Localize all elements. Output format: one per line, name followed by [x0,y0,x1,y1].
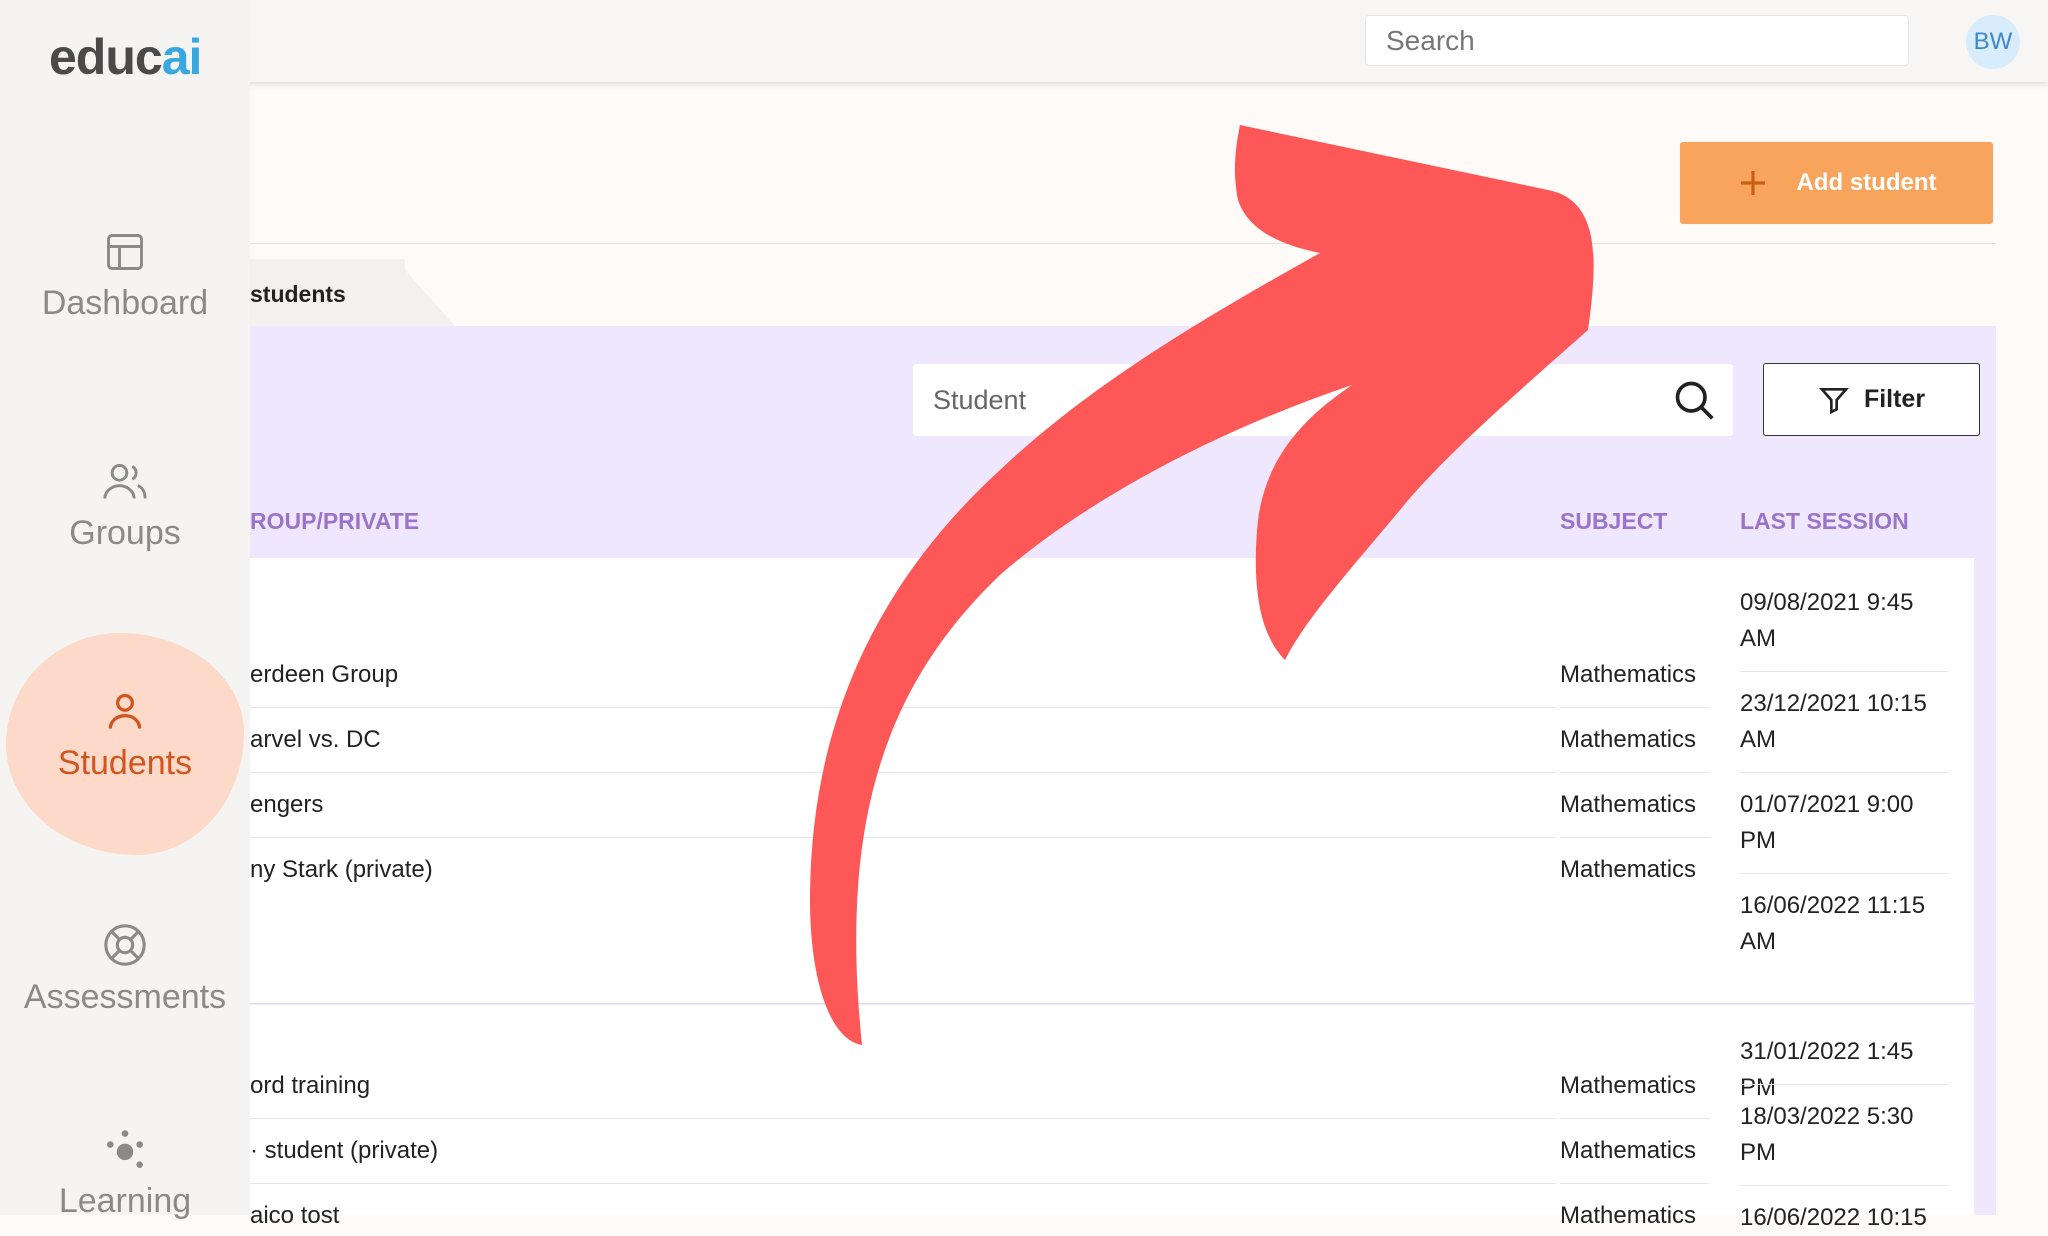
tab-label: students [250,281,346,307]
row-divider [1560,707,1710,708]
sidebar-item-dashboard[interactable]: Dashboard [0,230,250,323]
learning-icon [107,1130,143,1168]
row-divider [1740,1084,1948,1085]
table-row-group[interactable]: arvel vs. DC [250,726,381,754]
user-avatar[interactable]: BW [1966,15,2020,69]
row-divider [250,837,1556,838]
last-session-value: 16/06/2022 10:15 [1740,1204,1927,1231]
filter-label: Filter [1863,385,1926,413]
row-divider [1740,873,1948,874]
table-row-subject: Mathematics [1560,1072,1697,1099]
student-search-input[interactable] [913,364,1733,436]
last-session-value: 09/08/2021 9:45 AM [1740,589,1914,652]
row-divider [1740,1185,1948,1186]
last-session-value: 16/06/2022 11:15 AM [1740,892,1926,955]
table-row-subject: Mathematics [1560,791,1697,818]
groups-icon [103,464,147,499]
group-card [250,558,1974,1003]
sidebar-item-learning[interactable]: Learning [0,1128,250,1221]
row-divider [250,1118,1556,1119]
row-divider [1560,1118,1710,1119]
search-icon[interactable] [1672,378,1716,422]
top-bar: BW [0,0,2048,82]
sidebar-item-label: Assessments [23,978,227,1016]
last-session-value: 31/01/2022 1:45 PM [1740,1038,1914,1101]
sidebar-item-label: Learning [58,1182,192,1220]
table-row-group[interactable]: · student (private) [250,1137,438,1165]
tab-slant-decoration [395,259,455,326]
table-row-subject: Mathematics [1560,856,1697,883]
row-divider [1740,671,1948,672]
table-row-group[interactable]: aico tost [250,1202,339,1230]
filter-icon [1818,387,1849,414]
sidebar-item-label: Groups [69,514,181,552]
last-session-value: 18/03/2022 5:30 PM [1740,1103,1914,1166]
sidebar-item-students[interactable]: Students [0,690,250,783]
table-row-subject: Mathematics [1560,726,1697,753]
student-icon [108,693,142,729]
lifebuoy-icon [104,924,146,966]
table-row-group[interactable]: ord training [250,1072,370,1100]
table-row-subject: Mathematics [1560,1137,1697,1164]
plus-icon [1740,171,1765,195]
row-divider [1560,1183,1710,1184]
header-divider [250,243,1996,244]
row-divider [1560,772,1710,773]
add-student-button[interactable]: Add student [1680,142,1993,224]
last-session-value: 01/07/2021 9:00 PM [1740,791,1914,854]
logo-accent-text: ai [161,29,203,85]
table-row-group[interactable]: engers [250,791,323,819]
global-search-input[interactable] [1365,15,1909,66]
row-divider [1740,772,1948,773]
sidebar: educai Dashboard Groups Students Assessm… [0,0,250,1220]
educai-logo[interactable]: educai [49,28,203,86]
row-divider [250,707,1556,708]
column-header-subject[interactable]: SUBJECT [1560,508,1667,535]
logo-text: educ [49,29,163,85]
filter-button[interactable]: Filter [1763,363,1980,436]
sidebar-item-label: Dashboard [41,284,209,322]
column-header-group[interactable]: ROUP/PRIVATE [250,508,419,535]
sidebar-item-groups[interactable]: Groups [0,460,250,553]
row-divider [250,1183,1556,1184]
last-session-value: 23/12/2021 10:15 AM [1740,690,1927,753]
card-separator [250,1003,1974,1004]
table-row-group[interactable]: erdeen Group [250,661,398,689]
column-header-last-session[interactable]: LAST SESSION [1740,508,1909,535]
tab-students[interactable]: students [245,259,405,326]
table-row-group[interactable]: ny Stark (private) [250,856,433,884]
row-divider [1560,837,1710,838]
add-student-label: Add student [1796,169,1937,196]
table-row-subject: Mathematics [1560,1202,1697,1229]
dashboard-icon [107,234,143,270]
sidebar-item-label: Students [57,744,193,782]
row-divider [250,772,1556,773]
sidebar-item-assessments[interactable]: Assessments [0,922,250,1017]
table-row-subject: Mathematics [1560,661,1697,688]
